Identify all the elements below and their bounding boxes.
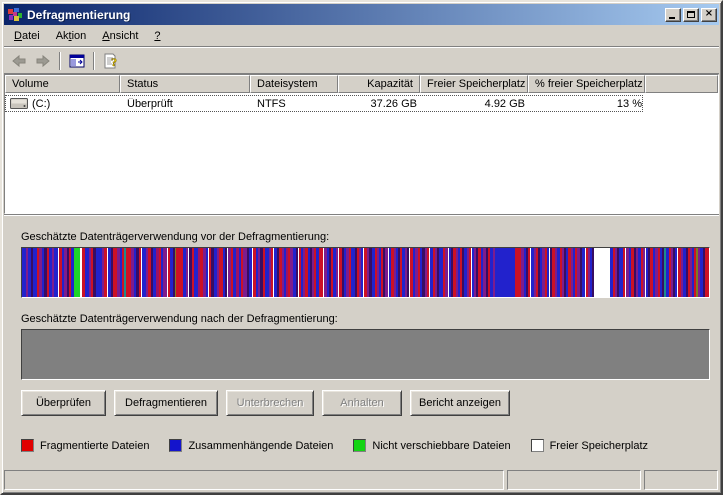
status-panel-right — [644, 470, 718, 490]
legend: Fragmentierte Dateien Zusammenhängende D… — [21, 439, 705, 452]
console-tree-toggle-button[interactable] — [66, 50, 88, 72]
before-map-label: Geschätzte Datenträgerverwendung vor der… — [21, 231, 705, 243]
help-icon: ? — [103, 53, 119, 69]
column-header-capacity[interactable]: Kapazität — [338, 75, 420, 93]
toolbar: ? — [4, 48, 719, 74]
column-header-filesystem[interactable]: Dateisystem — [250, 75, 338, 93]
volume-label: (C:) — [32, 98, 50, 110]
column-header-status[interactable]: Status — [120, 75, 250, 93]
forward-arrow-icon — [35, 53, 51, 69]
list-header: Volume Status Dateisystem Kapazität Frei… — [5, 75, 718, 93]
forward-button[interactable] — [32, 50, 54, 72]
free-space-swatch — [531, 439, 544, 452]
close-icon: × — [705, 9, 713, 19]
legend-fragmented: Fragmentierte Dateien — [21, 439, 149, 452]
contiguous-files-swatch — [169, 439, 182, 452]
action-buttons: Überprüfen Defragmentieren Unterbrechen … — [21, 390, 705, 416]
legend-free-space-label: Freier Speicherplatz — [550, 440, 648, 452]
status-bar — [3, 467, 721, 493]
unmovable-files-swatch — [353, 439, 366, 452]
close-button[interactable]: × — [701, 8, 717, 22]
cell-filesystem: NTFS — [251, 98, 339, 110]
menu-help[interactable]: ? — [146, 27, 168, 45]
cell-free-space: 4.92 GB — [421, 98, 529, 110]
defrag-panel: Geschätzte Datenträgerverwendung vor der… — [4, 214, 719, 467]
legend-fragmented-label: Fragmentierte Dateien — [40, 440, 149, 452]
toolbar-separator — [59, 52, 61, 70]
svg-text:?: ? — [111, 55, 117, 69]
pause-button[interactable]: Unterbrechen — [226, 390, 314, 416]
minimize-icon — [669, 17, 675, 19]
titlebar[interactable]: Defragmentierung × — [4, 4, 719, 25]
maximize-button[interactable] — [683, 8, 699, 22]
back-button[interactable] — [8, 50, 30, 72]
column-header-filler — [645, 75, 718, 93]
legend-unmovable-label: Nicht verschiebbare Dateien — [372, 440, 510, 452]
menu-datei[interactable]: Datei — [6, 27, 48, 45]
menu-ansicht[interactable]: Ansicht — [94, 27, 146, 45]
legend-free-space: Freier Speicherplatz — [531, 439, 648, 452]
usage-map-after — [21, 329, 710, 380]
list-body: (C:) Überprüft NTFS 37.26 GB 4.92 GB 13 … — [5, 93, 718, 213]
status-panel-mid — [507, 470, 641, 490]
analyze-button[interactable]: Überprüfen — [21, 390, 106, 416]
console-tree-icon — [69, 53, 85, 69]
defrag-app-icon — [7, 7, 23, 23]
help-button[interactable]: ? — [100, 50, 122, 72]
volume-row-c[interactable]: (C:) Überprüft NTFS 37.26 GB 4.92 GB 13 … — [5, 95, 643, 112]
fragmented-files-swatch — [21, 439, 34, 452]
usage-map-before — [21, 247, 710, 298]
toolbar-separator-2 — [93, 52, 95, 70]
defragment-button[interactable]: Defragmentieren — [114, 390, 218, 416]
cell-percent-free: 13 % — [529, 98, 646, 110]
menubar: Datei Aktion Ansicht ? — [4, 25, 719, 47]
cell-status: Überprüft — [121, 98, 251, 110]
stop-button[interactable]: Anhalten — [322, 390, 402, 416]
status-panel-main — [4, 470, 504, 490]
view-report-button[interactable]: Bericht anzeigen — [410, 390, 510, 416]
legend-unmovable: Nicht verschiebbare Dateien — [353, 439, 510, 452]
column-header-volume[interactable]: Volume — [5, 75, 120, 93]
column-header-percent-free[interactable]: % freier Speicherplatz — [528, 75, 645, 93]
cell-volume: (C:) — [6, 98, 121, 110]
legend-contiguous-label: Zusammenhängende Dateien — [188, 440, 333, 452]
column-header-free-space[interactable]: Freier Speicherplatz — [420, 75, 528, 93]
maximize-icon — [687, 11, 695, 18]
after-map-label: Geschätzte Datenträgerverwendung nach de… — [21, 313, 705, 325]
window-controls: × — [665, 8, 717, 22]
window-title: Defragmentierung — [27, 8, 665, 22]
menu-aktion[interactable]: Aktion — [48, 27, 95, 45]
back-arrow-icon — [11, 53, 27, 69]
cell-capacity: 37.26 GB — [339, 98, 421, 110]
volume-list: Volume Status Dateisystem Kapazität Frei… — [4, 74, 719, 214]
minimize-button[interactable] — [665, 8, 681, 22]
legend-contiguous: Zusammenhängende Dateien — [169, 439, 333, 452]
defrag-window: Defragmentierung × Datei Aktion Ansicht … — [0, 0, 723, 495]
drive-icon — [10, 98, 28, 109]
